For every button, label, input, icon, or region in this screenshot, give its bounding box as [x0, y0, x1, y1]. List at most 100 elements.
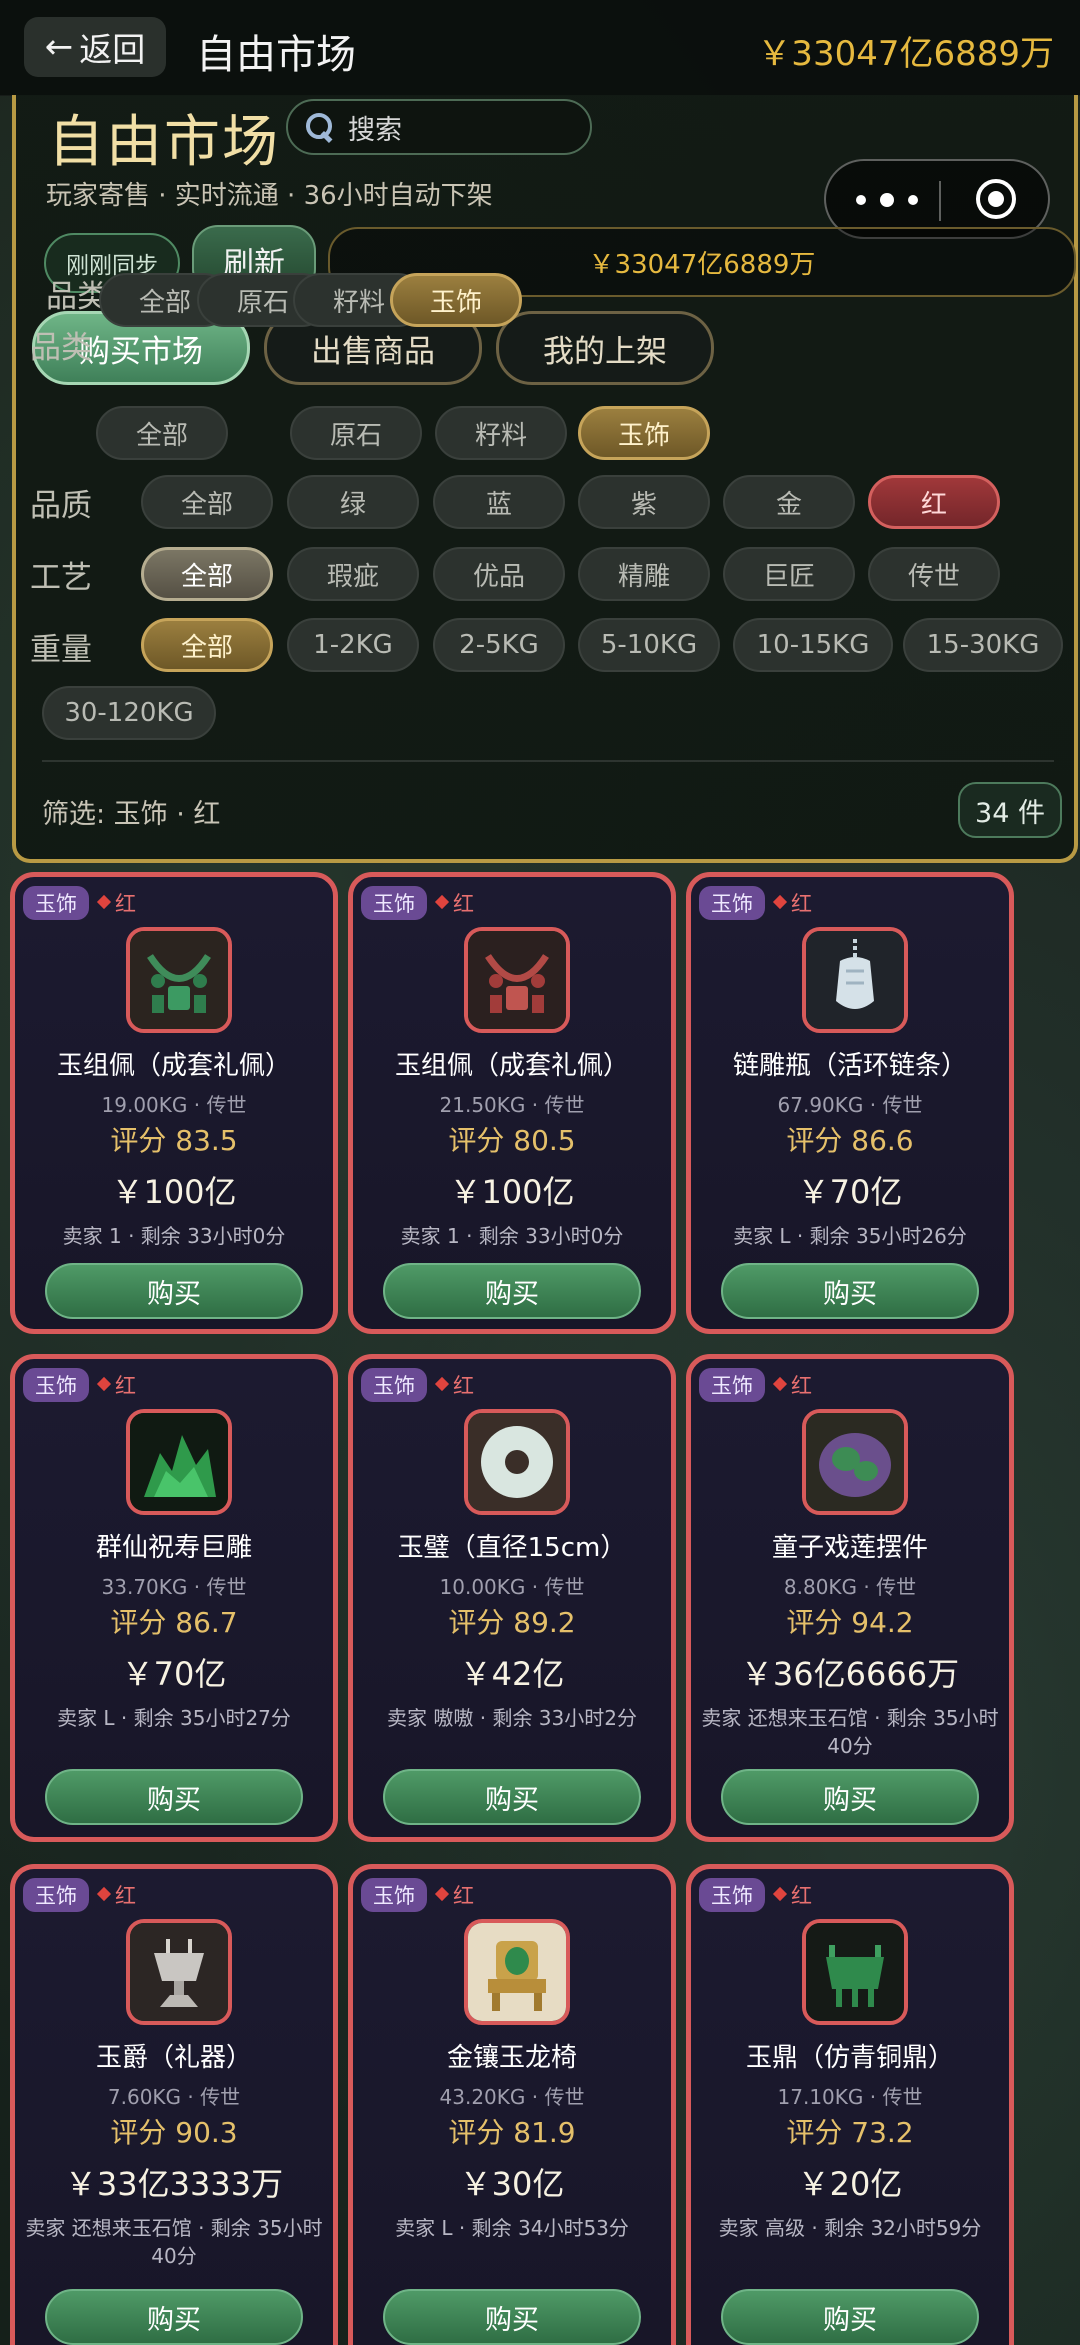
filter-label-quality: 品质 [30, 488, 92, 524]
chip-quality-all[interactable]: 全部 [141, 475, 273, 529]
filter-label-weight: 重量 [30, 632, 92, 668]
more-icon[interactable] [856, 185, 918, 215]
chip-weight-1-2kg[interactable]: 1-2KG [287, 618, 419, 672]
jade-cauldron-icon [802, 1919, 908, 2025]
chip-weight-30-120kg[interactable]: 30-120KG [42, 686, 216, 740]
capsule-divider [939, 181, 941, 221]
product-card[interactable]: 玉饰 红 金镶玉龙椅 43.20KG · 传世 评分 81.9 ￥30亿 卖家 … [348, 1864, 676, 2345]
chip-craft-flawed[interactable]: 瑕疵 [287, 547, 419, 601]
chip-category-seed[interactable]: 籽料 [435, 406, 567, 460]
product-score: 评分 80.5 [448, 1124, 576, 1157]
chip-quality-green[interactable]: 绿 [287, 475, 419, 529]
buy-button[interactable]: 购买 [721, 1769, 979, 1825]
product-score: 评分 86.7 [110, 1606, 238, 1639]
chip-weight-all[interactable]: 全部 [141, 618, 273, 672]
jade-disc-icon [464, 1409, 570, 1515]
filter-summary: 筛选: 玉饰 · 红 [42, 799, 221, 830]
diamond-icon [434, 1376, 450, 1392]
chip-quality-red[interactable]: 红 [868, 475, 1000, 529]
diamond-icon [772, 1376, 788, 1392]
chip-weight-15-30kg[interactable]: 15-30KG [903, 618, 1063, 672]
chip-category-all[interactable]: 全部 [96, 406, 228, 460]
chip-weight-5-10kg[interactable]: 5-10KG [578, 618, 720, 672]
product-price: ￥33亿3333万 [64, 2165, 284, 2203]
chip-craft-carved[interactable]: 精雕 [578, 547, 710, 601]
jade-necklace-icon [126, 927, 232, 1033]
product-meta: 7.60KG · 传世 [107, 2085, 241, 2109]
diamond-icon [434, 1886, 450, 1902]
product-card[interactable]: 玉饰 红 玉爵（礼器） 7.60KG · 传世 评分 90.3 ￥33亿3333… [10, 1864, 338, 2345]
product-score: 评分 90.3 [110, 2116, 238, 2149]
seller-info: 卖家 L · 剩余 34小时53分 [395, 2216, 629, 2240]
buy-button[interactable]: 购买 [45, 1263, 303, 1319]
chip-craft-fine[interactable]: 优品 [433, 547, 565, 601]
close-miniprogram-icon[interactable] [976, 179, 1016, 219]
tab-my-listings[interactable]: 我的上架 [496, 311, 714, 385]
chip-category-raw-stone[interactable]: 原石 [290, 406, 422, 460]
product-name: 童子戏莲摆件 [771, 1533, 928, 1563]
chain-vase-icon [802, 927, 908, 1033]
product-meta: 8.80KG · 传世 [783, 1575, 917, 1599]
product-meta: 19.00KG · 传世 [101, 1093, 247, 1117]
diamond-icon [96, 1886, 112, 1902]
chip-craft-all[interactable]: 全部 [141, 547, 273, 601]
chip-weight-2-5kg[interactable]: 2-5KG [433, 618, 565, 672]
buy-button[interactable]: 购买 [45, 1769, 303, 1825]
quality-tag: 红 [453, 1884, 474, 1908]
mountain-carving-icon [126, 1409, 232, 1515]
product-card[interactable]: 玉饰 红 玉璧（直径15cm） 10.00KG · 传世 评分 89.2 ￥42… [348, 1354, 676, 1842]
seller-info: 卖家 嗷嗷 · 剩余 33小时2分 [387, 1706, 637, 1730]
diamond-icon [96, 1376, 112, 1392]
quality-tag: 红 [115, 1884, 136, 1908]
product-card[interactable]: 玉饰 红 玉鼎（仿青铜鼎） 17.10KG · 传世 评分 73.2 ￥20亿 … [686, 1864, 1014, 2345]
product-price: ￥100亿 [449, 1173, 575, 1211]
chip-weight-10-15kg[interactable]: 10-15KG [733, 618, 893, 672]
back-button[interactable]: ← 返回 [24, 17, 166, 77]
product-price: ￥42亿 [459, 1655, 565, 1693]
buy-button[interactable]: 购买 [721, 1263, 979, 1319]
chip-craft-heirloom[interactable]: 传世 [868, 547, 1000, 601]
product-name: 群仙祝寿巨雕 [95, 1533, 252, 1563]
jade-necklace-icon [464, 927, 570, 1033]
top-nav-bar: ← 返回 自由市场 ￥33047亿6889万 [0, 0, 1080, 96]
buy-button[interactable]: 购买 [721, 2289, 979, 2345]
category-tag: 玉饰 [699, 1368, 765, 1402]
quality-tag: 红 [791, 1884, 812, 1908]
product-meta: 21.50KG · 传世 [439, 1093, 585, 1117]
seller-info: 卖家 L · 剩余 35小时27分 [57, 1706, 291, 1730]
search-icon [306, 113, 334, 144]
nav-title: 自由市场 [196, 32, 356, 78]
chip-quality-purple[interactable]: 紫 [578, 475, 710, 529]
product-card[interactable]: 玉饰 红 玉组佩（成套礼佩） 21.50KG · 传世 评分 80.5 ￥100… [348, 872, 676, 1334]
diamond-icon [96, 894, 112, 910]
category-tag: 玉饰 [23, 1368, 89, 1402]
search-input[interactable]: 搜索 [286, 99, 592, 155]
product-name: 玉鼎（仿青铜鼎） [745, 2043, 954, 2073]
category-tag: 玉饰 [23, 1878, 89, 1912]
quality-tag: 红 [791, 1374, 812, 1398]
category-tag: 玉饰 [699, 1878, 765, 1912]
buy-button[interactable]: 购买 [383, 1769, 641, 1825]
buy-button[interactable]: 购买 [45, 2289, 303, 2345]
buy-button[interactable]: 购买 [383, 2289, 641, 2345]
chip-quality-gold[interactable]: 金 [723, 475, 855, 529]
chip-category-jade-ornament[interactable]: 玉饰 [390, 273, 522, 327]
seller-info: 卖家 还想来玉石馆 · 剩余 35小时40分 [25, 2216, 323, 2268]
seller-info: 卖家 L · 剩余 35小时26分 [733, 1224, 967, 1248]
diamond-icon [772, 894, 788, 910]
quality-tag: 红 [791, 892, 812, 916]
product-card[interactable]: 玉饰 红 群仙祝寿巨雕 33.70KG · 传世 评分 86.7 ￥70亿 卖家… [10, 1354, 338, 1842]
chip-category-jade-ornament[interactable]: 玉饰 [578, 406, 710, 460]
category-tag: 玉饰 [361, 886, 427, 920]
buy-button[interactable]: 购买 [383, 1263, 641, 1319]
lotus-ornament-icon [802, 1409, 908, 1515]
product-price: ￥100亿 [111, 1173, 237, 1211]
product-card[interactable]: 玉饰 红 链雕瓶（活环链条） 67.90KG · 传世 评分 86.6 ￥70亿… [686, 872, 1014, 1334]
product-price: ￥20亿 [797, 2165, 903, 2203]
product-price: ￥70亿 [121, 1655, 227, 1693]
product-meta: 43.20KG · 传世 [439, 2085, 585, 2109]
product-card[interactable]: 玉饰 红 童子戏莲摆件 8.80KG · 传世 评分 94.2 ￥36亿6666… [686, 1354, 1014, 1842]
chip-craft-master[interactable]: 巨匠 [723, 547, 855, 601]
chip-quality-blue[interactable]: 蓝 [433, 475, 565, 529]
product-card[interactable]: 玉饰 红 玉组佩（成套礼佩） 19.00KG · 传世 评分 83.5 ￥100… [10, 872, 338, 1334]
